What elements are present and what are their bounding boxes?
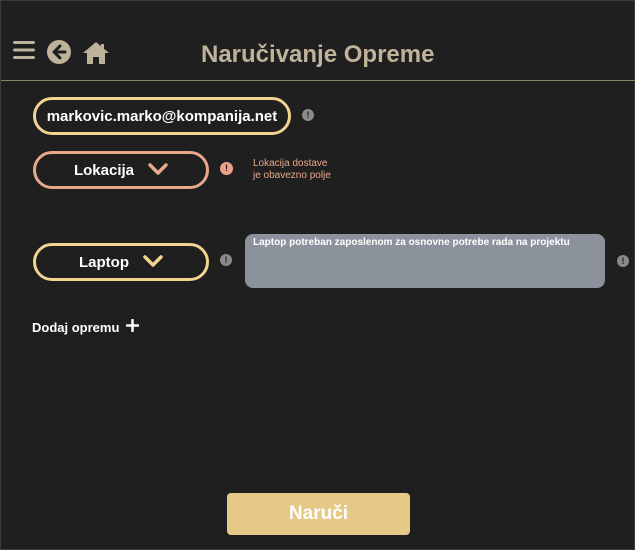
- page-title: Naručivanje Opreme: [201, 41, 435, 68]
- equipment-note-textarea[interactable]: Laptop potreban zaposlenom za osnovne po…: [245, 234, 605, 288]
- add-equipment-button[interactable]: Dodaj opremu: [32, 318, 140, 335]
- order-submit-button[interactable]: Naruči: [227, 493, 410, 535]
- hamburger-menu-icon[interactable]: [13, 40, 35, 60]
- add-equipment-label: Dodaj opremu: [32, 319, 120, 335]
- back-arrow-icon[interactable]: [47, 40, 71, 64]
- chevron-down-icon: [148, 162, 168, 179]
- equipment-dropdown[interactable]: Laptop: [33, 243, 209, 281]
- note-info-icon: !: [617, 255, 629, 267]
- location-dropdown[interactable]: Lokacija: [33, 151, 209, 189]
- equipment-dropdown-label: Laptop: [79, 253, 129, 271]
- email-value: markovic.marko@kompanija.net: [46, 107, 278, 125]
- email-info-icon: !: [302, 109, 314, 121]
- header-bar: Naručivanje Opreme: [1, 1, 635, 81]
- email-field[interactable]: markovic.marko@kompanija.net: [33, 97, 291, 135]
- equipment-info-icon: !: [220, 254, 232, 266]
- location-error-icon: !: [220, 162, 233, 175]
- plus-icon: [126, 318, 140, 335]
- location-error-line1: Lokacija dostave: [253, 158, 328, 169]
- home-icon[interactable]: [82, 41, 110, 65]
- location-error-line2: je obavezno polje: [253, 170, 331, 181]
- chevron-down-icon: [143, 254, 163, 271]
- app-window: Naručivanje Opreme markovic.marko@kompan…: [0, 0, 635, 550]
- location-error-message: Lokacija dostave je obavezno polje: [253, 158, 363, 182]
- location-dropdown-label: Lokacija: [73, 161, 135, 179]
